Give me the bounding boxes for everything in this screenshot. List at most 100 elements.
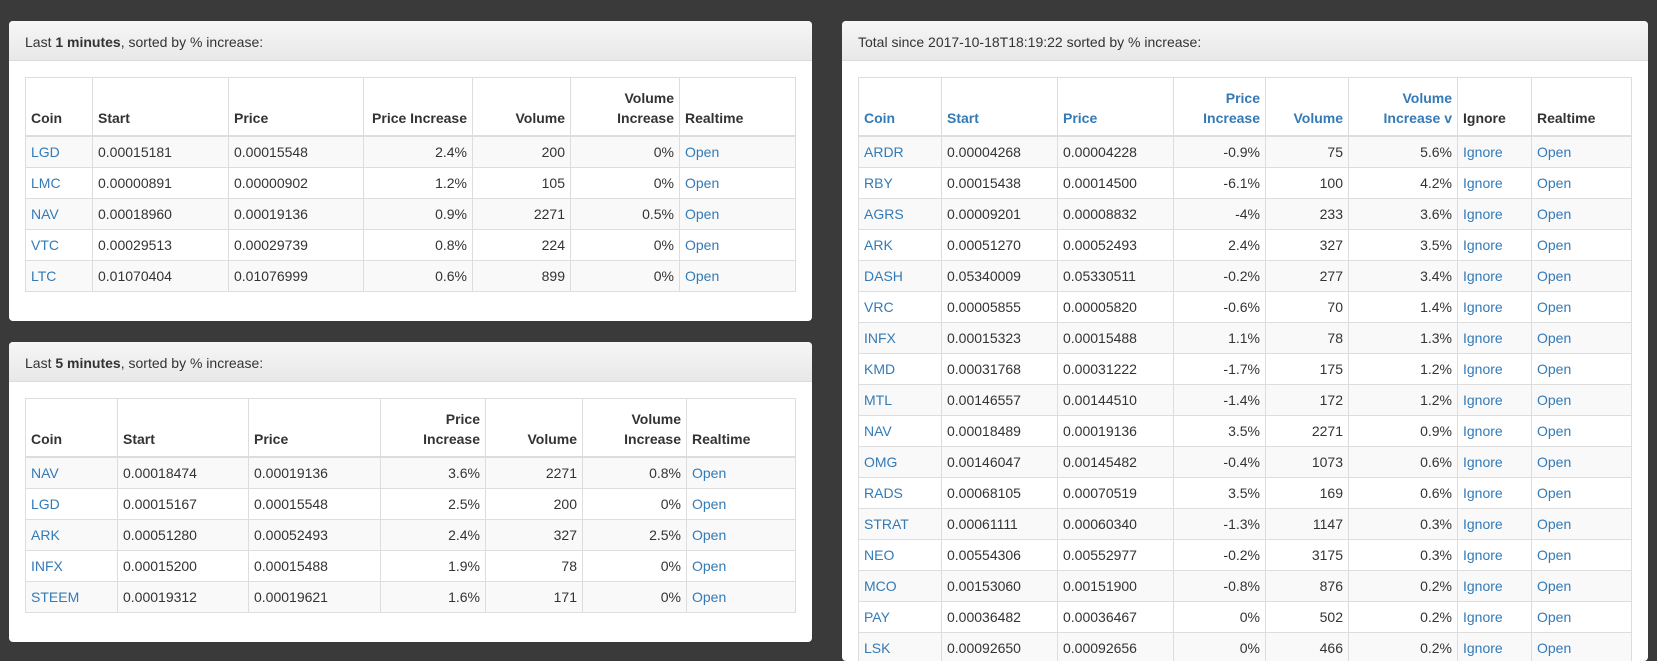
ignore-link[interactable]: Ignore xyxy=(1463,206,1503,222)
open-link[interactable]: Open xyxy=(692,589,726,605)
open-link[interactable]: Open xyxy=(1537,268,1571,284)
open-link[interactable]: Open xyxy=(1537,547,1571,563)
coin-link[interactable]: LSK xyxy=(864,640,890,656)
sort-start[interactable]: Start xyxy=(942,78,1058,137)
coin-link[interactable]: ARK xyxy=(31,527,60,543)
ignore-link[interactable]: Ignore xyxy=(1463,144,1503,160)
volume-increase-value: 0% xyxy=(583,551,687,582)
open-link-cell: Open xyxy=(680,261,796,292)
ignore-link[interactable]: Ignore xyxy=(1463,454,1503,470)
price-increase-value: 0% xyxy=(1174,602,1266,633)
open-link[interactable]: Open xyxy=(1537,609,1571,625)
col-realtime: Realtime xyxy=(687,399,796,458)
coin-link[interactable]: NAV xyxy=(31,206,59,222)
coin-link[interactable]: VRC xyxy=(864,299,894,315)
coin-link[interactable]: NAV xyxy=(864,423,892,439)
ignore-link[interactable]: Ignore xyxy=(1463,609,1503,625)
ignore-link[interactable]: Ignore xyxy=(1463,330,1503,346)
coin-link[interactable]: MTL xyxy=(864,392,892,408)
coin-link[interactable]: LGD xyxy=(31,496,60,512)
ignore-link[interactable]: Ignore xyxy=(1463,175,1503,191)
open-link[interactable]: Open xyxy=(685,206,719,222)
coin-link[interactable]: AGRS xyxy=(864,206,904,222)
sort-price-increase[interactable]: Price Increase xyxy=(1174,78,1266,137)
col-realtime: Realtime xyxy=(680,78,796,137)
heading-text: Total since 2017-10-18T18:19:22 sorted b… xyxy=(858,34,1201,50)
table-1-minute: Coin Start Price Price Increase Volume V… xyxy=(25,77,796,292)
coin-link-cell: INFX xyxy=(26,551,118,582)
ignore-link[interactable]: Ignore xyxy=(1463,485,1503,501)
open-link[interactable]: Open xyxy=(685,268,719,284)
ignore-link[interactable]: Ignore xyxy=(1463,578,1503,594)
open-link[interactable]: Open xyxy=(685,175,719,191)
heading-text: Last xyxy=(25,34,55,50)
price-increase-value: 1.2% xyxy=(364,168,473,199)
table-row: LGD0.000151810.000155482.4%2000%Open xyxy=(26,136,796,168)
price-increase-value: 2.4% xyxy=(381,520,486,551)
sort-volume-increase[interactable]: Volume Increase v xyxy=(1349,78,1458,137)
volume-increase-value: 0.2% xyxy=(1349,571,1458,602)
open-link[interactable]: Open xyxy=(1537,206,1571,222)
coin-link[interactable]: RBY xyxy=(864,175,893,191)
coin-link[interactable]: KMD xyxy=(864,361,895,377)
open-link[interactable]: Open xyxy=(1537,299,1571,315)
coin-link[interactable]: INFX xyxy=(31,558,63,574)
volume-value: 70 xyxy=(1266,292,1349,323)
price-increase-value: 1.1% xyxy=(1174,323,1266,354)
sort-coin[interactable]: Coin xyxy=(859,78,942,137)
open-link[interactable]: Open xyxy=(1537,330,1571,346)
table-row: PAY0.000364820.000364670%5020.2%IgnoreOp… xyxy=(859,602,1632,633)
open-link[interactable]: Open xyxy=(1537,144,1571,160)
ignore-link[interactable]: Ignore xyxy=(1463,361,1503,377)
ignore-link[interactable]: Ignore xyxy=(1463,547,1503,563)
coin-link[interactable]: LTC xyxy=(31,268,56,284)
open-link[interactable]: Open xyxy=(685,237,719,253)
open-link[interactable]: Open xyxy=(1537,361,1571,377)
open-link[interactable]: Open xyxy=(1537,392,1571,408)
coin-link[interactable]: ARDR xyxy=(864,144,904,160)
open-link[interactable]: Open xyxy=(1537,423,1571,439)
open-link[interactable]: Open xyxy=(692,465,726,481)
sort-price[interactable]: Price xyxy=(1058,78,1174,137)
coin-link[interactable]: VTC xyxy=(31,237,59,253)
coin-link[interactable]: ARK xyxy=(864,237,893,253)
open-link[interactable]: Open xyxy=(1537,237,1571,253)
coin-link[interactable]: LMC xyxy=(31,175,61,191)
coin-link[interactable]: RADS xyxy=(864,485,903,501)
coin-link[interactable]: OMG xyxy=(864,454,897,470)
volume-value: 502 xyxy=(1266,602,1349,633)
col-price: Price xyxy=(229,78,364,137)
coin-link[interactable]: DASH xyxy=(864,268,903,284)
col-price-increase: Price Increase xyxy=(364,78,473,137)
ignore-link[interactable]: Ignore xyxy=(1463,237,1503,253)
open-link[interactable]: Open xyxy=(685,144,719,160)
coin-link[interactable]: INFX xyxy=(864,330,896,346)
open-link[interactable]: Open xyxy=(1537,485,1571,501)
coin-link[interactable]: NEO xyxy=(864,547,894,563)
col-ignore: Ignore xyxy=(1458,78,1532,137)
coin-link[interactable]: PAY xyxy=(864,609,890,625)
open-link[interactable]: Open xyxy=(1537,454,1571,470)
open-link[interactable]: Open xyxy=(1537,640,1571,656)
ignore-link[interactable]: Ignore xyxy=(1463,268,1503,284)
open-link[interactable]: Open xyxy=(692,496,726,512)
ignore-link[interactable]: Ignore xyxy=(1463,423,1503,439)
coin-link[interactable]: STRAT xyxy=(864,516,909,532)
ignore-link[interactable]: Ignore xyxy=(1463,392,1503,408)
coin-link[interactable]: NAV xyxy=(31,465,59,481)
ignore-link[interactable]: Ignore xyxy=(1463,640,1503,656)
table-row: VRC0.000058550.00005820-0.6%701.4%Ignore… xyxy=(859,292,1632,323)
coin-link-cell: STRAT xyxy=(859,509,942,540)
open-link[interactable]: Open xyxy=(1537,516,1571,532)
coin-link[interactable]: LGD xyxy=(31,144,60,160)
sort-volume[interactable]: Volume xyxy=(1266,78,1349,137)
start-value: 0.00015438 xyxy=(942,168,1058,199)
coin-link[interactable]: MCO xyxy=(864,578,897,594)
open-link[interactable]: Open xyxy=(692,527,726,543)
open-link[interactable]: Open xyxy=(1537,578,1571,594)
ignore-link[interactable]: Ignore xyxy=(1463,299,1503,315)
open-link[interactable]: Open xyxy=(692,558,726,574)
coin-link[interactable]: STEEM xyxy=(31,589,79,605)
ignore-link[interactable]: Ignore xyxy=(1463,516,1503,532)
open-link[interactable]: Open xyxy=(1537,175,1571,191)
